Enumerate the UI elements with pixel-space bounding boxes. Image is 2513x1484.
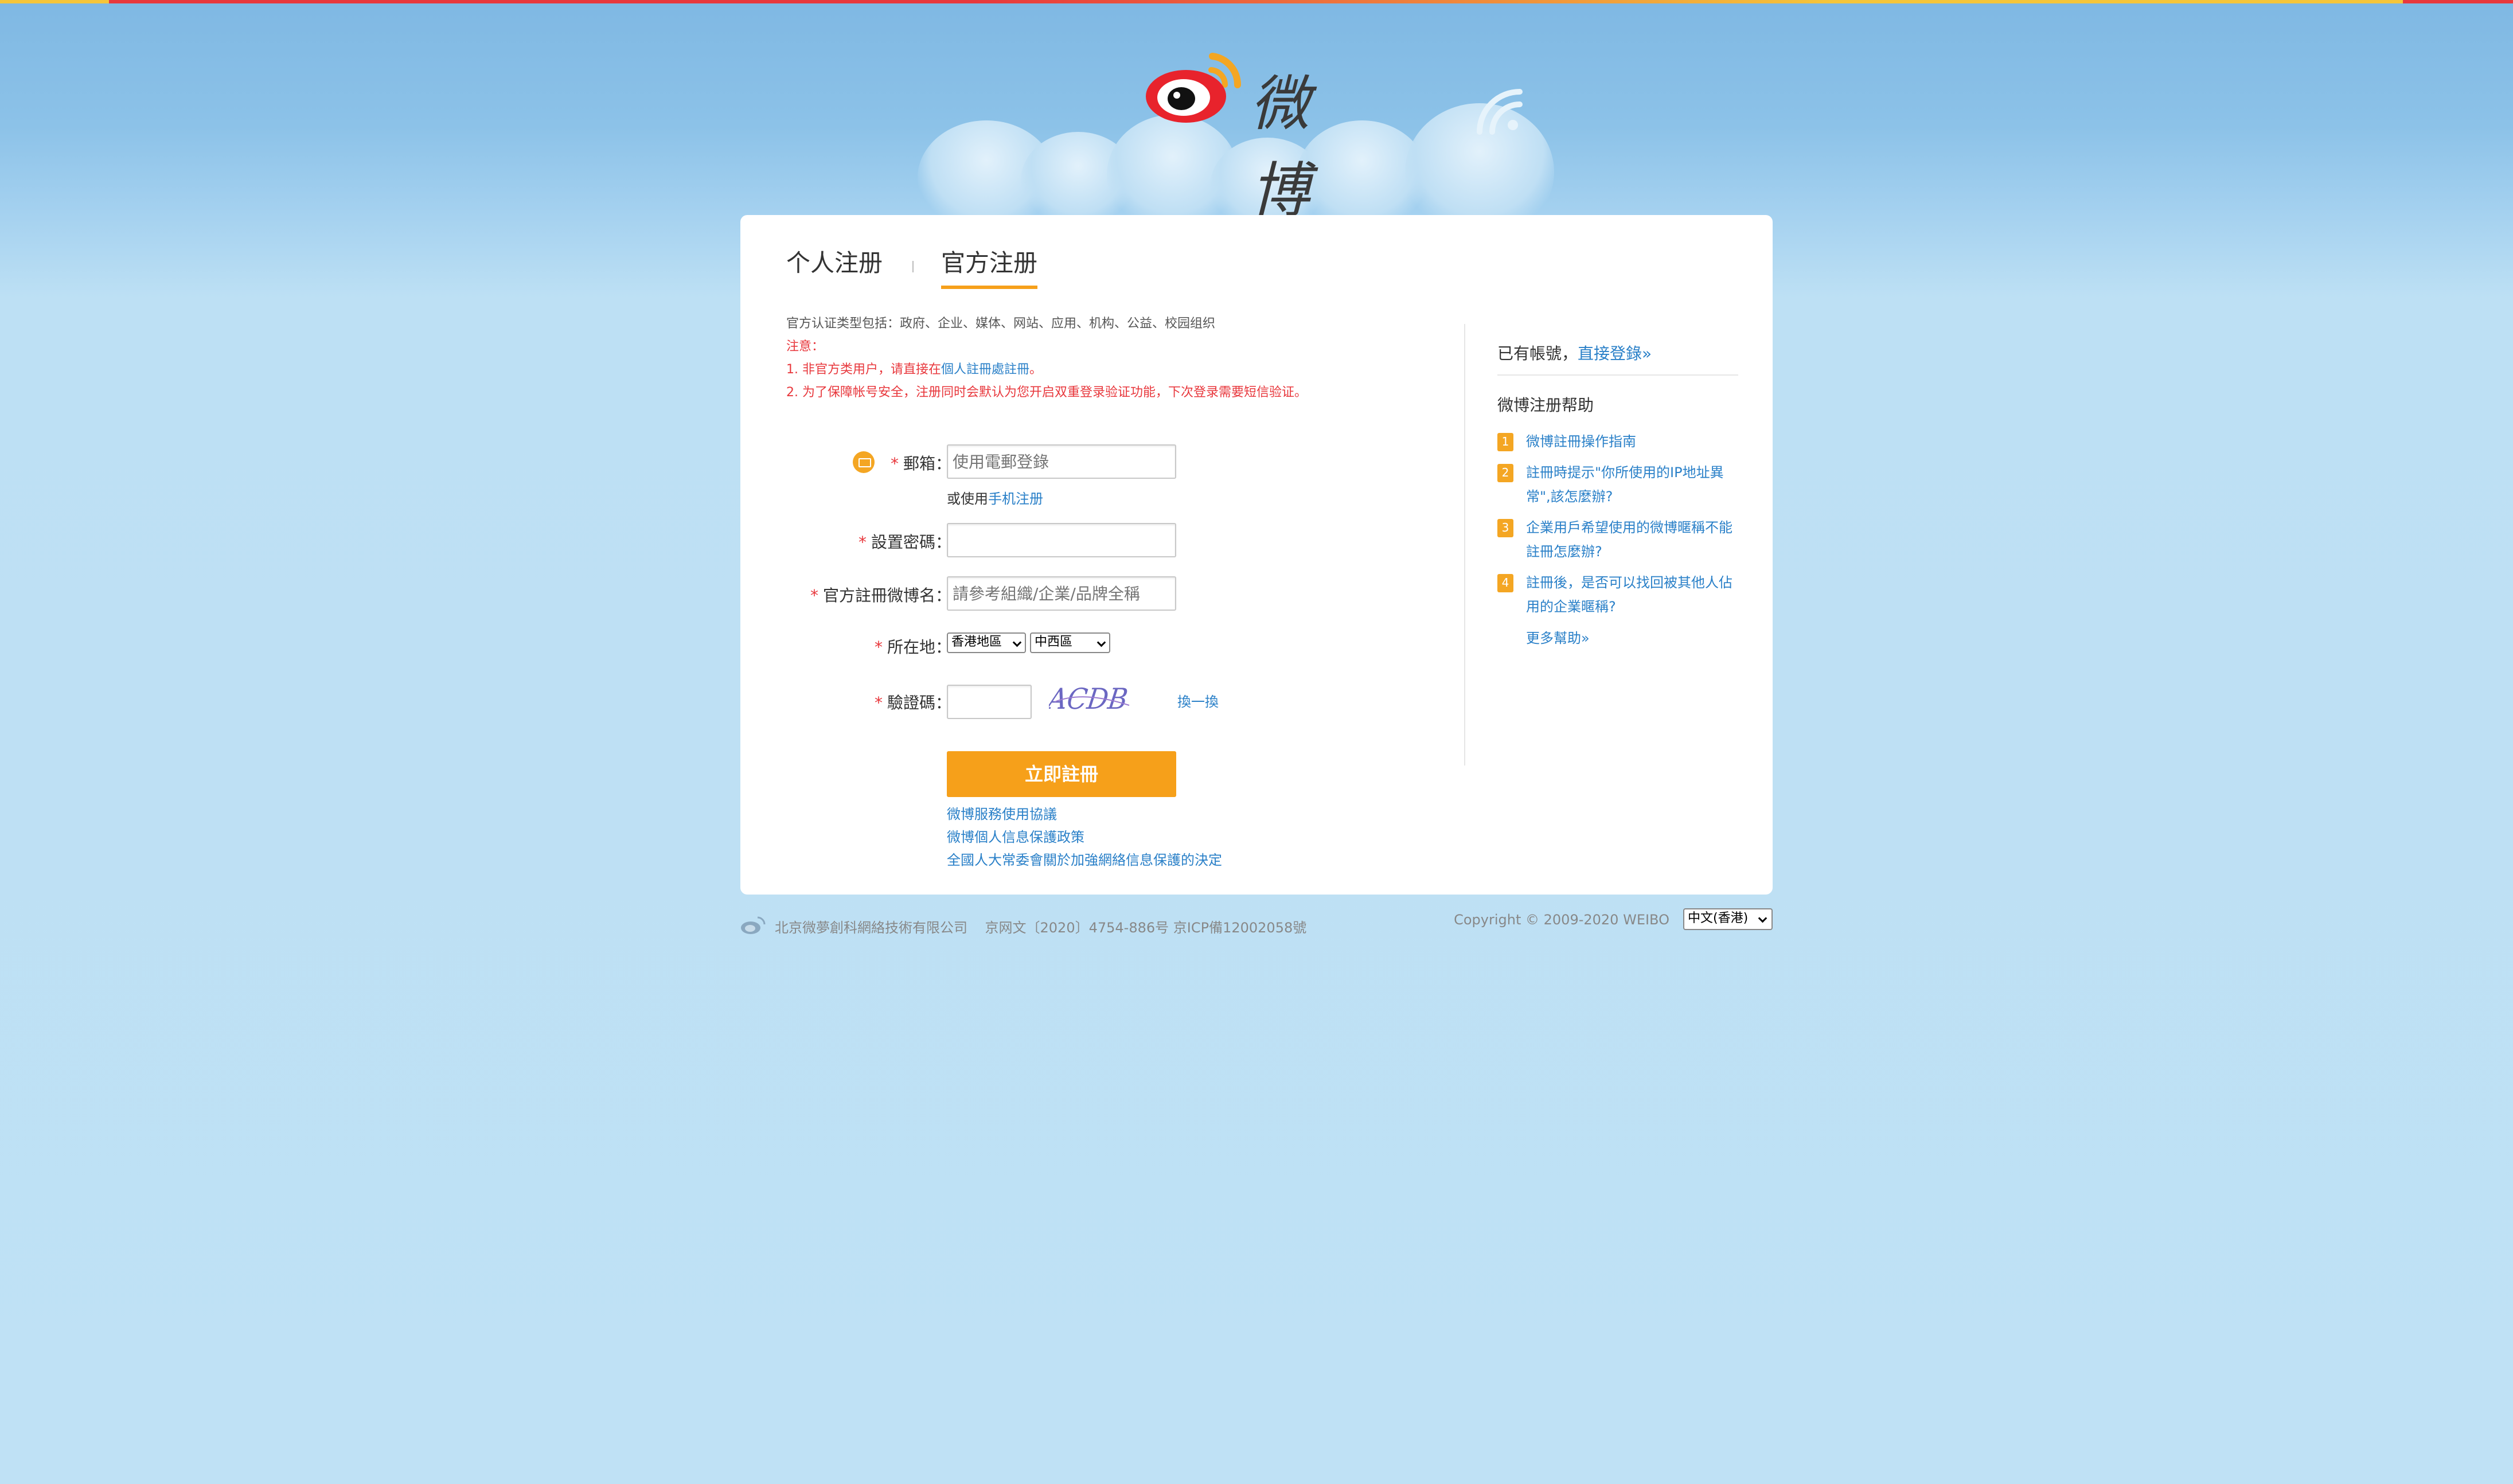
tab-separator	[912, 261, 914, 272]
refresh-captcha-link[interactable]: 換一換	[1177, 690, 1219, 710]
footer-company-license: 北京微夢創科網絡技術有限公司 京网文〔2020〕4754-886号 京ICP備1…	[775, 916, 1306, 936]
vertical-divider	[1464, 324, 1465, 766]
language-select[interactable]: 中文(香港)	[1683, 908, 1773, 930]
password-input[interactable]	[947, 523, 1176, 557]
required-mark: *	[890, 454, 899, 473]
page-footer: 北京微夢創科網絡技術有限公司 京网文〔2020〕4754-886号 京ICP備1…	[740, 908, 1773, 940]
note-2: 2. 为了保障帐号安全，注册同时会默认为您开启双重登录验证功能，下次登录需要短信…	[786, 385, 1307, 400]
help-item[interactable]: 1 微博註冊操作指南	[1497, 429, 1738, 454]
region-select-value: 香港地區	[951, 635, 1002, 649]
policy-link-service-agreement[interactable]: 微博服務使用協議	[947, 803, 1222, 826]
required-mark: *	[810, 586, 818, 605]
email-label: * 郵箱：	[891, 451, 951, 474]
personal-registration-link[interactable]: 個人註冊處註冊	[941, 362, 1029, 377]
signal-waves-icon	[1477, 89, 1523, 135]
captcha-label: * 驗證碼：	[875, 690, 951, 713]
existing-account-text: 已有帳號，	[1497, 344, 1578, 363]
weibo-name-label-text: 官方註冊微博名：	[822, 586, 951, 605]
captcha-text: ACDB	[1049, 682, 1130, 716]
language-select-value: 中文(香港)	[1688, 911, 1749, 925]
weibo-name-input[interactable]	[947, 576, 1176, 611]
location-label: * 所在地：	[875, 635, 951, 658]
registration-notes: 官方认证类型包括：政府、企业、媒体、网站、应用、机构、公益、校园组织 注意： 1…	[786, 313, 1307, 404]
weibo-logo[interactable]: 微博	[1141, 45, 1371, 225]
notice-title: 注意：	[786, 339, 825, 354]
district-select[interactable]: 中西區	[1030, 632, 1110, 653]
district-select-value: 中西區	[1035, 635, 1073, 649]
mail-icon	[853, 451, 875, 473]
logo-text: 微博	[1250, 69, 1312, 225]
more-help-link[interactable]: 更多幫助»	[1526, 627, 1738, 647]
footer-company: 北京微夢創科網絡技術有限公司	[775, 920, 967, 936]
password-label-text: 設置密碼：	[871, 533, 951, 552]
top-color-bar	[0, 0, 2513, 3]
footer-copyright: Copyright © 2009-2020 WEIBO	[1454, 912, 1669, 928]
note-1: 1. 非官方类用户，请直接在個人註冊處註冊。	[786, 358, 1307, 381]
footer-license[interactable]: 京网文〔2020〕4754-886号 京ICP備12002058號	[985, 920, 1307, 936]
help-item[interactable]: 3 企業用戶希望使用的微博暱稱不能註冊怎麼辦?	[1497, 516, 1738, 564]
location-label-text: 所在地：	[887, 638, 951, 657]
email-input[interactable]	[947, 444, 1176, 479]
phone-register-link[interactable]: 手机注册	[988, 491, 1043, 507]
help-item-text: 註冊時提示"你所使用的IP地址異常",該怎麼辦?	[1526, 464, 1724, 505]
number-badge-icon: 2	[1497, 464, 1513, 482]
official-types-text: 官方认证类型包括：政府、企业、媒体、网站、应用、机构、公益、校园组织	[786, 317, 1216, 331]
required-mark: *	[874, 693, 883, 712]
direct-login-link[interactable]: 直接登錄»	[1578, 344, 1652, 363]
existing-account-line: 已有帳號，直接登錄»	[1497, 341, 1738, 376]
number-badge-icon: 4	[1497, 574, 1513, 592]
number-badge-icon: 1	[1497, 433, 1513, 451]
help-item-text: 企業用戶希望使用的微博暱稱不能註冊怎麼辦?	[1526, 520, 1732, 560]
help-item[interactable]: 2 註冊時提示"你所使用的IP地址異常",該怎麼辦?	[1497, 460, 1738, 509]
weibo-name-label: * 官方註冊微博名：	[810, 583, 951, 606]
help-item-text: 註冊後，是否可以找回被其他人佔用的企業暱稱?	[1526, 575, 1732, 615]
tab-personal-registration[interactable]: 个人注册	[786, 244, 883, 279]
policy-link-npc-decision[interactable]: 全國人大常委會關於加強網絡信息保護的決定	[947, 849, 1222, 872]
captcha-input[interactable]	[947, 685, 1032, 719]
help-list: 1 微博註冊操作指南 2 註冊時提示"你所使用的IP地址異常",該怎麼辦? 3 企業用…	[1497, 429, 1738, 619]
captcha-image[interactable]: ACDB	[1049, 679, 1134, 719]
captcha-label-text: 驗證碼：	[887, 693, 951, 712]
alt-register-line: 或使用手机注册	[947, 487, 1043, 507]
region-select[interactable]: 香港地區	[947, 632, 1026, 653]
captcha-row: * 驗證碼： ACDB 換一換	[740, 679, 1773, 719]
help-sidebar: 已有帳號，直接登錄» 微博注册帮助 1 微博註冊操作指南 2 註冊時提示"你所使用的…	[1497, 341, 1738, 647]
email-label-text: 郵箱：	[903, 454, 951, 473]
policy-links: 微博服務使用協議 微博個人信息保護政策 全國人大常委會關於加強網絡信息保護的決定	[947, 803, 1222, 872]
register-now-button[interactable]: 立即註冊	[947, 751, 1176, 797]
help-title: 微博注册帮助	[1497, 396, 1594, 415]
password-label: * 設置密碼：	[859, 530, 951, 553]
weibo-footer-icon	[741, 916, 766, 934]
registration-card: 个人注册 官方注册 官方认证类型包括：政府、企业、媒体、网站、应用、机构、公益、…	[740, 215, 1773, 895]
tab-official-registration[interactable]: 官方注册	[941, 244, 1038, 289]
note-1-prefix: 1. 非官方类用户，请直接在	[786, 362, 941, 377]
alt-prefix: 或使用	[947, 491, 988, 507]
required-mark: *	[874, 638, 883, 657]
required-mark: *	[858, 533, 867, 552]
note-1-suffix: 。	[1029, 362, 1043, 377]
weibo-eye-icon	[1146, 53, 1242, 123]
help-item-text: 微博註冊操作指南	[1526, 434, 1636, 450]
policy-link-privacy[interactable]: 微博個人信息保護政策	[947, 826, 1222, 849]
help-item[interactable]: 4 註冊後，是否可以找回被其他人佔用的企業暱稱?	[1497, 571, 1738, 619]
number-badge-icon: 3	[1497, 519, 1513, 537]
